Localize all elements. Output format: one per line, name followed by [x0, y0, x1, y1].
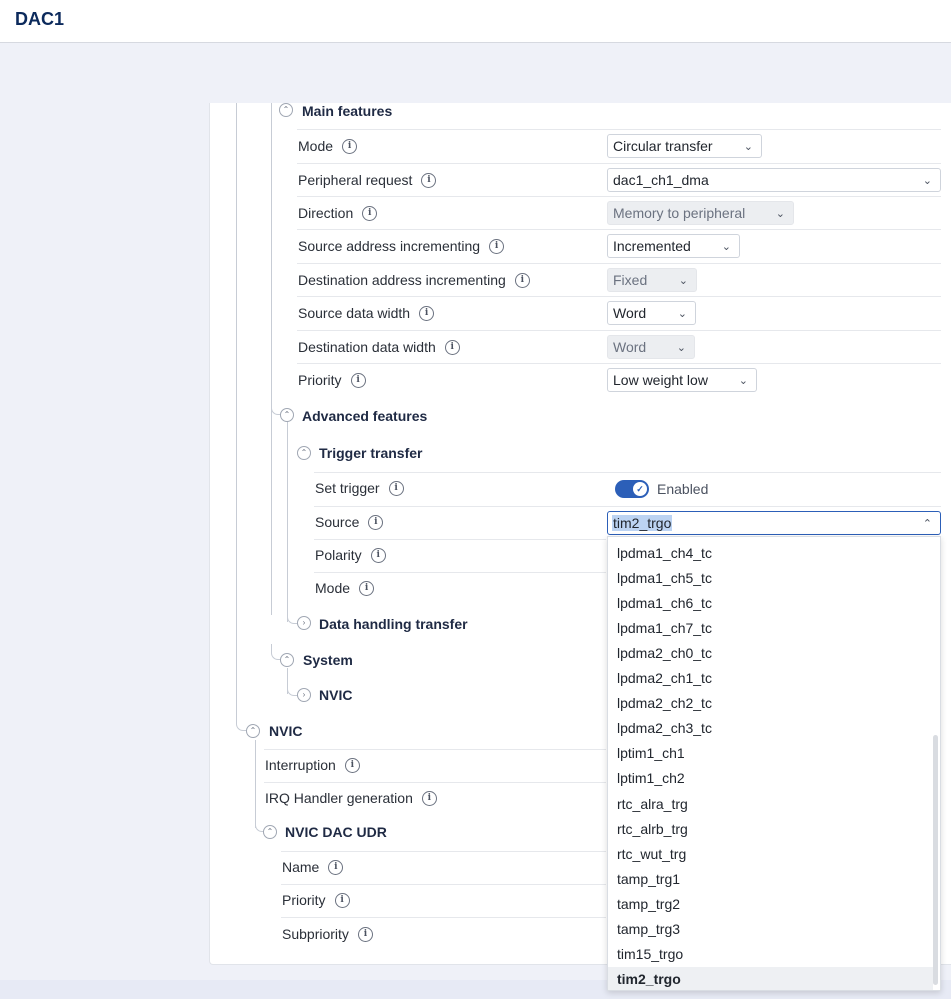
info-icon[interactable]: i — [344, 757, 360, 773]
dropdown-option[interactable]: lpdma1_ch5_tc — [608, 565, 933, 590]
dropdown-option[interactable]: rtc_wut_trg — [608, 841, 933, 866]
top-bar: DAC1 — [0, 0, 951, 43]
info-icon[interactable]: i — [362, 205, 378, 221]
name-label: Name i — [282, 859, 344, 875]
section-trigger-transfer[interactable]: Trigger transfer — [319, 445, 422, 461]
dropdown-option[interactable]: tamp_trg1 — [608, 866, 933, 891]
section-main-features: Main features — [302, 103, 393, 119]
advanced-features-collapse-icon[interactable]: ⌃ — [280, 408, 294, 422]
trigger-transfer-collapse-icon[interactable]: ⌃ — [297, 446, 311, 460]
main-row-select[interactable]: Incremented ⌄ — [607, 234, 740, 258]
chevron-down-icon: ⌄ — [721, 240, 731, 253]
data-handling-expand-icon[interactable]: › — [297, 616, 311, 630]
page-title: DAC1 — [15, 9, 65, 29]
main-row-label: Source data width i — [298, 305, 435, 321]
set-trigger-label: Set trigger i — [315, 480, 404, 496]
system-nvic-expand-icon[interactable]: › — [297, 688, 311, 702]
dropdown-option[interactable]: lpdma2_ch0_tc — [608, 640, 933, 665]
dropdown-option[interactable]: lpdma2_ch1_tc — [608, 666, 933, 691]
section-nvic[interactable]: NVIC — [269, 723, 302, 739]
main-row-label: Peripheral request i — [298, 172, 437, 188]
dropdown-option[interactable]: rtc_alra_trg — [608, 791, 933, 816]
dropdown-option[interactable]: tamp_trg3 — [608, 917, 933, 942]
set-trigger-state: Enabled — [657, 481, 709, 497]
dropdown-scrollbar[interactable] — [933, 735, 938, 985]
chevron-down-icon: ⌄ — [678, 274, 688, 287]
info-icon[interactable]: i — [421, 790, 437, 806]
irq-handler-label: IRQ Handler generation i — [265, 790, 437, 806]
tree-line — [236, 103, 237, 723]
info-icon[interactable]: i — [514, 272, 530, 288]
dropdown-option[interactable]: lptim1_ch2 — [608, 766, 933, 791]
info-icon[interactable]: i — [350, 372, 366, 388]
udr-priority-label: Priority i — [282, 892, 350, 908]
info-icon[interactable]: i — [359, 580, 375, 596]
chevron-down-icon: ⌄ — [677, 307, 687, 320]
interruption-label: Interruption i — [265, 757, 360, 773]
check-icon: ✓ — [633, 482, 647, 496]
main-row-select[interactable]: Low weight low ⌄ — [607, 368, 757, 392]
tree-line — [287, 421, 288, 622]
source-value[interactable]: tim2_trgo — [612, 515, 673, 531]
main-row-label: Destination address incrementing i — [298, 272, 530, 288]
dropdown-option[interactable]: lpdma2_ch3_tc — [608, 716, 933, 741]
info-icon[interactable]: i — [489, 238, 505, 254]
info-icon[interactable]: i — [357, 926, 373, 942]
trigger-mode-label: Mode i — [315, 580, 375, 596]
dropdown-option[interactable]: tamp_trg2 — [608, 891, 933, 916]
main-row-select[interactable]: dac1_ch1_dma ⌄ — [607, 168, 941, 192]
info-icon[interactable]: i — [342, 138, 358, 154]
dropdown-option[interactable]: lpdma1_ch7_tc — [608, 615, 933, 640]
info-icon[interactable]: i — [328, 859, 344, 875]
tree-line — [271, 103, 272, 615]
system-collapse-icon[interactable]: ⌃ — [280, 653, 294, 667]
subpriority-label: Subpriority i — [282, 926, 373, 942]
info-icon[interactable]: i — [419, 305, 435, 321]
main-row-label: Direction i — [298, 205, 378, 221]
source-dropdown-list[interactable]: lpdma1_ch4_tc lpdma1_ch5_tc lpdma1_ch6_tc l… — [607, 536, 941, 991]
source-combobox[interactable]: tim2_trgo ⌃ — [607, 511, 941, 535]
section-nvic-dac-udr[interactable]: NVIC DAC UDR — [285, 824, 387, 840]
main-row-label: Destination data width i — [298, 339, 460, 355]
chevron-down-icon: ⌄ — [738, 374, 748, 387]
chevron-down-icon: ⌄ — [922, 174, 932, 187]
header-gap — [210, 43, 951, 103]
dropdown-option[interactable]: lpdma2_ch2_tc — [608, 691, 933, 716]
chevron-down-icon: ⌄ — [676, 341, 686, 354]
dropdown-option[interactable]: lpdma1_ch4_tc — [608, 540, 933, 565]
info-icon[interactable]: i — [370, 547, 386, 563]
info-icon[interactable]: i — [388, 480, 404, 496]
section-advanced-features[interactable]: Advanced features — [302, 408, 427, 424]
main-row-select: Memory to peripheral ⌄ — [607, 201, 794, 225]
section-data-handling-transfer[interactable]: Data handling transfer — [319, 616, 468, 632]
dropdown-option[interactable]: tim15_trgo — [608, 942, 933, 967]
info-icon[interactable]: i — [421, 172, 437, 188]
source-label: Source i — [315, 514, 384, 530]
main-features-collapse-icon[interactable]: ⌃ — [279, 103, 293, 117]
dropdown-option[interactable]: lpdma1_ch6_tc — [608, 590, 933, 615]
chevron-down-icon: ⌄ — [743, 140, 753, 153]
main-row-select: Word ⌄ — [607, 335, 695, 359]
info-icon[interactable]: i — [334, 892, 350, 908]
main-row-select: Fixed ⌄ — [607, 268, 697, 292]
dropdown-option[interactable]: lptim1_ch1 — [608, 741, 933, 766]
section-system[interactable]: System — [303, 652, 353, 668]
main-row-select[interactable]: Word ⌄ — [607, 301, 696, 325]
set-trigger-toggle[interactable]: ✓ — [615, 480, 649, 498]
main-row-select[interactable]: Circular transfer ⌄ — [607, 134, 762, 158]
chevron-down-icon: ⌄ — [775, 207, 785, 220]
main-row-label: Priority i — [298, 372, 366, 388]
info-icon[interactable]: i — [444, 339, 460, 355]
main-row-label: Mode i — [298, 138, 358, 154]
dropdown-option[interactable]: rtc_alrb_trg — [608, 816, 933, 841]
polarity-label: Polarity i — [315, 547, 386, 563]
dropdown-option[interactable]: tim2_trgo — [608, 966, 933, 990]
nvic-dac-udr-collapse-icon[interactable]: ⌃ — [263, 825, 277, 839]
main-row-label: Source address incrementing i — [298, 238, 505, 254]
info-icon[interactable]: i — [368, 514, 384, 530]
chevron-up-icon[interactable]: ⌃ — [923, 517, 932, 530]
section-system-nvic[interactable]: NVIC — [319, 687, 352, 703]
nvic-collapse-icon[interactable]: ⌃ — [246, 724, 260, 738]
